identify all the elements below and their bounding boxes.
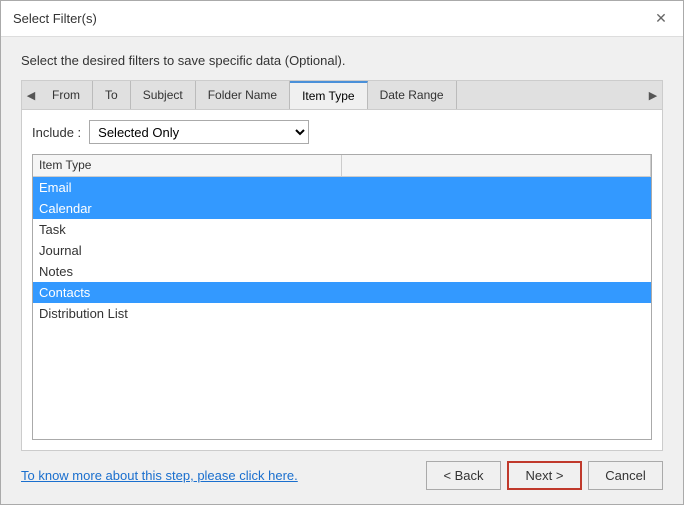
dialog-body: Select the desired filters to save speci… <box>1 37 683 504</box>
list-item[interactable]: Contacts <box>33 282 651 303</box>
list-item[interactable]: Journal <box>33 240 651 261</box>
tab-date-range[interactable]: Date Range <box>368 81 457 109</box>
back-button[interactable]: < Back <box>426 461 501 490</box>
list-items: EmailCalendarTaskJournalNotesContactsDis… <box>33 177 651 324</box>
title-bar: Select Filter(s) ✕ <box>1 1 683 37</box>
tabs-wrapper: FromToSubjectFolder NameItem TypeDate Ra… <box>40 81 644 109</box>
list-item[interactable]: Distribution List <box>33 303 651 324</box>
include-label: Include : <box>32 125 81 140</box>
content-panel: Include : AllSelected OnlyUnselected Onl… <box>21 109 663 451</box>
tab-scroll-right-icon[interactable]: ▶ <box>644 81 662 109</box>
help-link[interactable]: To know more about this step, please cli… <box>21 468 298 483</box>
tab-scroll-left-icon[interactable]: ◀ <box>22 81 40 109</box>
list-header: Item Type <box>33 155 651 177</box>
list-header-item-type: Item Type <box>33 155 342 176</box>
include-row: Include : AllSelected OnlyUnselected Onl… <box>32 120 652 144</box>
item-type-list: Item Type EmailCalendarTaskJournalNotesC… <box>32 154 652 440</box>
cancel-button[interactable]: Cancel <box>588 461 663 490</box>
list-header-extra <box>342 155 651 176</box>
tab-subject[interactable]: Subject <box>131 81 196 109</box>
tab-folder-name[interactable]: Folder Name <box>196 81 290 109</box>
tab-item-type[interactable]: Item Type <box>290 81 367 109</box>
select-filters-dialog: Select Filter(s) ✕ Select the desired fi… <box>0 0 684 505</box>
next-button[interactable]: Next > <box>507 461 582 490</box>
list-item[interactable]: Task <box>33 219 651 240</box>
include-select[interactable]: AllSelected OnlyUnselected Only <box>89 120 309 144</box>
close-button[interactable]: ✕ <box>651 9 671 29</box>
list-item[interactable]: Calendar <box>33 198 651 219</box>
dialog-title: Select Filter(s) <box>13 11 97 26</box>
footer-buttons: < Back Next > Cancel <box>426 461 663 490</box>
tab-from[interactable]: From <box>40 81 93 109</box>
tabs-container: ◀ FromToSubjectFolder NameItem TypeDate … <box>21 80 663 109</box>
tab-to[interactable]: To <box>93 81 131 109</box>
list-item[interactable]: Email <box>33 177 651 198</box>
footer: To know more about this step, please cli… <box>21 451 663 494</box>
instruction-text: Select the desired filters to save speci… <box>21 53 663 68</box>
list-item[interactable]: Notes <box>33 261 651 282</box>
